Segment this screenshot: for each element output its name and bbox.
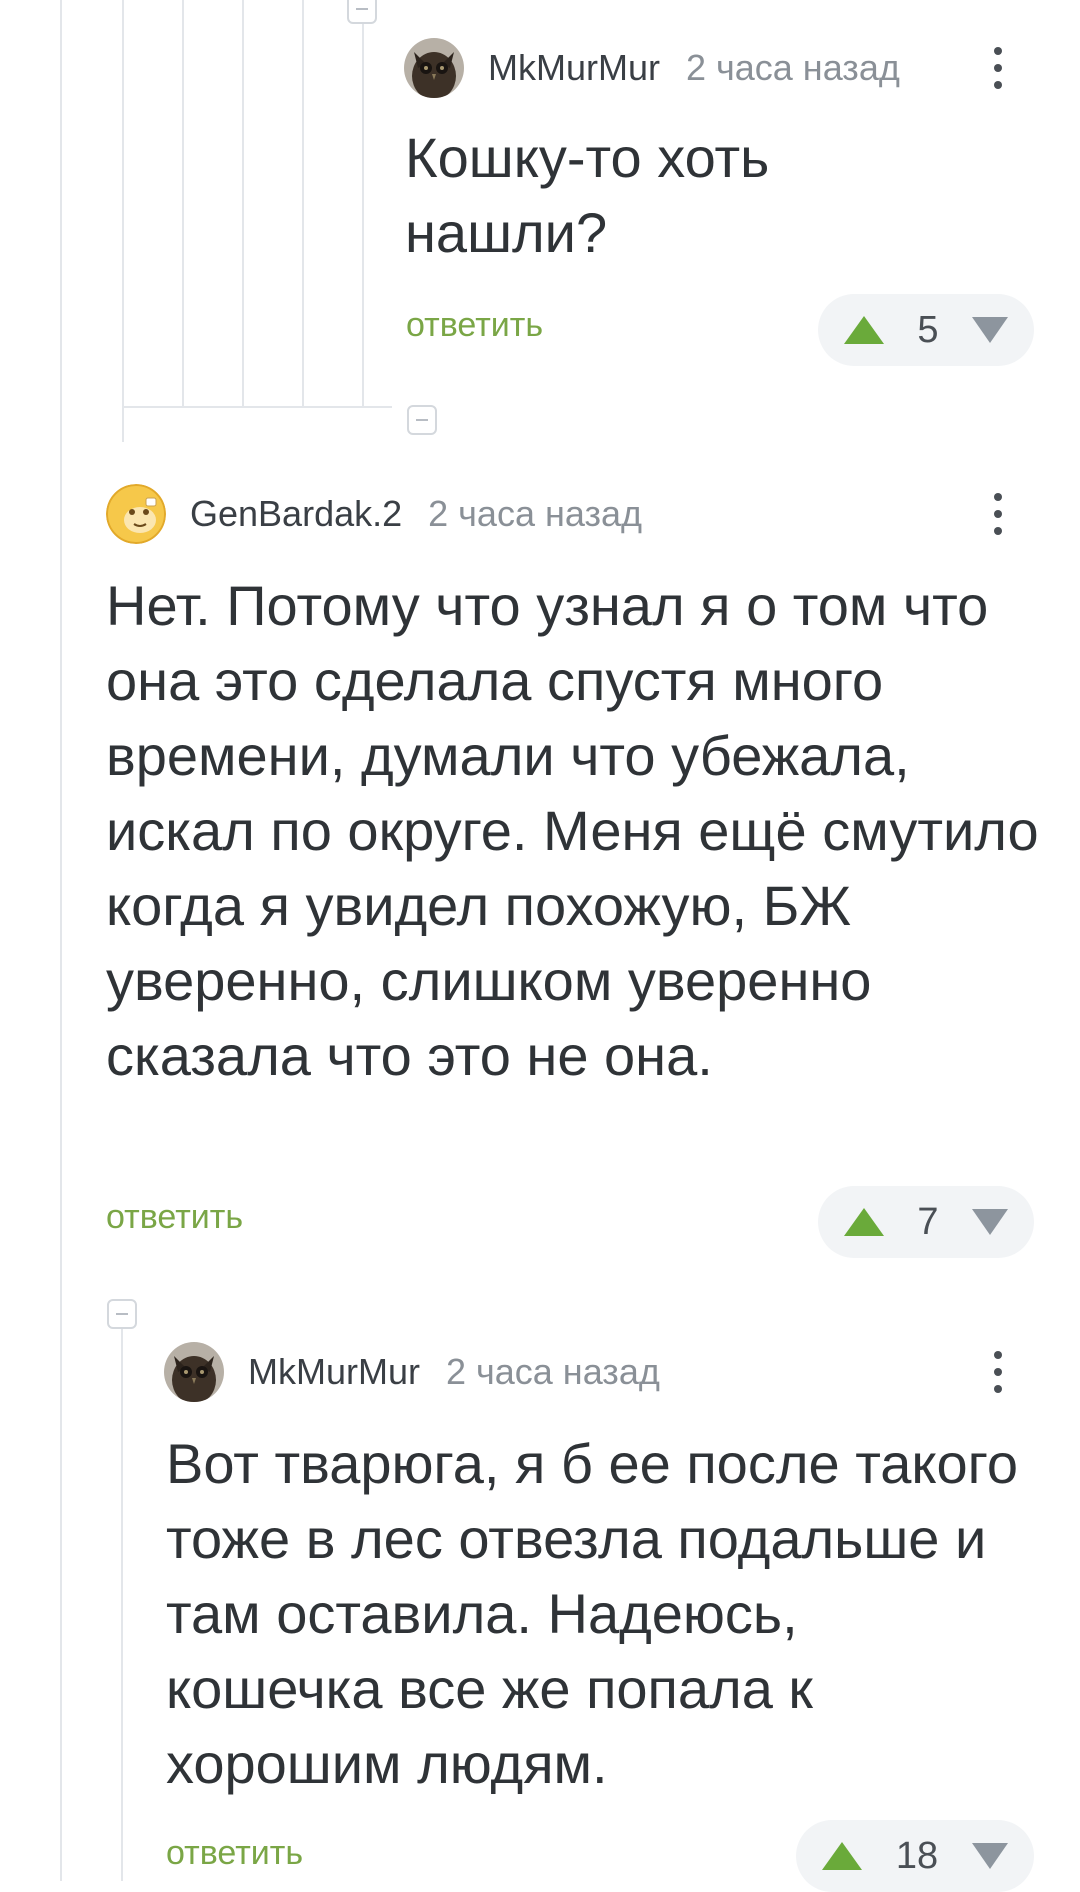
thread-connector (122, 406, 392, 408)
comment-header: GenBardak.2 2 часа назад (106, 484, 642, 544)
reply-link[interactable]: ответить (166, 1834, 303, 1873)
rating-value: 5 (917, 308, 939, 351)
more-icon[interactable] (988, 38, 1008, 98)
comment-time: 2 часа назад (445, 1351, 660, 1392)
rating-widget: 5 (818, 294, 1034, 366)
author-name[interactable]: GenBardak.2 (190, 493, 402, 535)
more-icon[interactable] (988, 1342, 1008, 1402)
comment-text: Кошку-то хоть нашли? (405, 126, 770, 264)
collapse-button[interactable] (107, 1299, 137, 1329)
downvote-icon[interactable] (971, 317, 1008, 343)
rating-value: 18 (895, 1834, 939, 1877)
reply-link[interactable]: ответить (106, 1198, 243, 1237)
downvote-icon[interactable] (971, 1209, 1008, 1235)
comment-header: MkMurMur 2 часа назад (164, 1342, 660, 1402)
thread-line (121, 1329, 123, 1881)
collapse-button[interactable] (407, 405, 437, 435)
comment-text: Нет. Потому что узнал я о том что она эт… (106, 574, 1039, 1087)
comment-time: 2 часа назад (428, 493, 642, 534)
upvote-icon[interactable] (844, 316, 884, 344)
reply-link[interactable]: ответить (406, 306, 543, 345)
more-icon[interactable] (988, 484, 1008, 544)
yellow-face-avatar[interactable] (106, 484, 166, 544)
author-name[interactable]: MkMurMur (488, 47, 660, 89)
comment-text: Вот тварюга, я б ее после такого тоже в … (166, 1432, 1018, 1795)
thread-line (302, 0, 304, 408)
upvote-icon[interactable] (822, 1842, 862, 1870)
owl-avatar[interactable] (164, 1342, 224, 1402)
collapse-button[interactable] (347, 0, 377, 24)
downvote-icon[interactable] (972, 1843, 1008, 1869)
author-name[interactable]: MkMurMur (248, 1351, 420, 1393)
thread-line (182, 0, 184, 408)
comment-header: MkMurMur 2 часа назад (404, 38, 900, 98)
thread-line (122, 0, 124, 442)
rating-widget: 7 (818, 1186, 1034, 1258)
upvote-icon[interactable] (844, 1208, 884, 1236)
thread-line (60, 0, 62, 1881)
thread-line (362, 0, 364, 408)
owl-avatar[interactable] (404, 38, 464, 98)
rating-widget: 18 (796, 1820, 1034, 1892)
rating-value: 7 (917, 1200, 939, 1243)
thread-line (242, 0, 244, 408)
comment-time: 2 часа назад (685, 47, 900, 88)
